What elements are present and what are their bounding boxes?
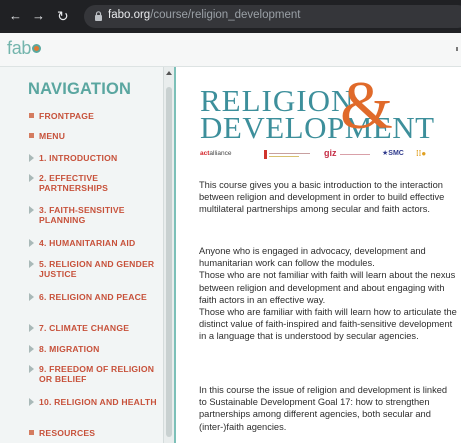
reload-icon[interactable]: ↻	[57, 9, 69, 23]
sdg-paragraph: In this course the issue of religion and…	[199, 385, 448, 432]
sidebar-item-label: 9. FREEDOM OF RELIGION OR BELIEF	[39, 364, 155, 384]
sidebar-item-label: 5. RELIGION AND GENDER JUSTICE	[39, 259, 155, 279]
sidebar-item-label: 7. CLIMATE CHANGE	[39, 323, 130, 333]
expand-triangle-icon[interactable]	[29, 365, 34, 373]
sidebar-item-11[interactable]: 9. FREEDOM OF RELIGION OR BELIEF	[28, 364, 158, 384]
expand-triangle-icon[interactable]	[29, 154, 34, 162]
site-header: fab	[0, 33, 461, 67]
sidebar-item-label: 2. EFFECTIVE PARTNERSHIPS	[39, 173, 109, 193]
square-bullet-icon	[29, 133, 34, 138]
audience-paragraph: Anyone who is engaged in advocacy, devel…	[199, 246, 457, 342]
sidebar-item-12[interactable]: 10. RELIGION AND HEALTH	[28, 397, 158, 407]
sidebar-item-13[interactable]: RESOURCES	[28, 428, 158, 438]
lock-icon	[95, 11, 102, 21]
main-content: RELIGION DEVELOPMENT & actalliance giz ★…	[176, 67, 461, 443]
sidebar-item-2[interactable]: MENU	[28, 131, 158, 141]
square-bullet-icon	[29, 430, 34, 435]
sidebar-item-9[interactable]: 7. CLIMATE CHANGE	[28, 323, 158, 333]
logo-text: fab	[7, 38, 32, 58]
url-text: fabo.org/course/religion_development	[108, 9, 300, 21]
hero-development: DEVELOPMENT	[200, 110, 435, 145]
smc-logo: ★SMC	[382, 150, 404, 157]
sidebar-item-10[interactable]: 8. MIGRATION	[28, 344, 158, 354]
scroll-up-arrow-icon[interactable]	[166, 71, 172, 75]
hero-ampersand: &	[340, 67, 393, 143]
sidebar-navigation: NAVIGATION FRONTPAGE MENU 1. INTRODUCTION 2…	[0, 67, 163, 443]
sidebar-item-label: MENU	[39, 131, 66, 141]
sidebar-item-7[interactable]: 5. RELIGION AND GENDER JUSTICE	[28, 259, 158, 279]
expand-triangle-icon[interactable]	[29, 345, 34, 353]
sidebar-scrollbar[interactable]	[163, 67, 174, 443]
sidebar-item-label: 6. RELIGION AND PEACE	[39, 292, 147, 302]
sidebar-item-6[interactable]: 4. HUMANITARIAN AID	[28, 238, 158, 248]
navigation-title: NAVIGATION	[28, 80, 132, 98]
address-bar[interactable]: fabo.org/course/religion_development	[84, 5, 461, 28]
smc-text: SMC	[388, 150, 404, 157]
sidebar-item-4[interactable]: 2. EFFECTIVE PARTNERSHIPS	[28, 173, 158, 193]
url-path: /course/religion_development	[150, 9, 301, 21]
sidebar-item-5[interactable]: 3. FAITH-SENSITIVE PLANNING	[28, 205, 158, 225]
partner-flag-logo	[264, 150, 310, 159]
site-logo[interactable]: fab	[7, 38, 42, 59]
header-edge-mark	[456, 47, 458, 51]
sidebar-item-8[interactable]: 6. RELIGION AND PEACE	[28, 292, 158, 302]
expand-triangle-icon[interactable]	[29, 293, 34, 301]
sidebar-item-1[interactable]: FRONTPAGE	[28, 111, 158, 121]
act-name: act	[200, 150, 210, 157]
sidebar-item-label: 3. FAITH-SENSITIVE PLANNING	[39, 205, 125, 225]
expand-triangle-icon[interactable]	[29, 260, 34, 268]
sidebar-item-label: 10. RELIGION AND HEALTH	[39, 397, 157, 407]
square-bullet-icon	[29, 113, 34, 118]
sidebar-item-label: FRONTPAGE	[39, 111, 95, 121]
expand-triangle-icon[interactable]	[29, 174, 34, 182]
expand-triangle-icon[interactable]	[29, 206, 34, 214]
forward-arrow-icon[interactable]: →	[32, 9, 45, 23]
back-arrow-icon[interactable]: ←	[9, 9, 22, 23]
giz-logo: giz	[324, 148, 337, 158]
giz-logo-line	[340, 154, 370, 155]
intro-paragraph: This course gives you a basic introducti…	[199, 180, 445, 215]
scroll-thumb[interactable]	[166, 87, 172, 437]
act-alliance-logo: actalliance	[200, 150, 231, 157]
url-host: fabo.org	[108, 9, 151, 21]
partner-dots-logo: ⁞⁞●	[416, 149, 427, 158]
partner-logos: actalliance giz ★SMC ⁞⁞●	[200, 148, 450, 162]
sidebar-item-label: 1. INTRODUCTION	[39, 153, 118, 163]
act-sub: alliance	[209, 150, 232, 157]
sidebar-item-label: 8. MIGRATION	[39, 344, 100, 354]
logo-dot-icon	[32, 44, 42, 53]
expand-triangle-icon[interactable]	[29, 324, 34, 332]
expand-triangle-icon[interactable]	[29, 398, 34, 406]
expand-triangle-icon[interactable]	[29, 239, 34, 247]
browser-toolbar: ← → ↻ fabo.org/course/religion_developme…	[0, 0, 461, 33]
sidebar-item-label: 4. HUMANITARIAN AID	[39, 238, 136, 248]
sidebar-item-3[interactable]: 1. INTRODUCTION	[28, 153, 158, 163]
sidebar-item-label: RESOURCES	[39, 428, 96, 438]
